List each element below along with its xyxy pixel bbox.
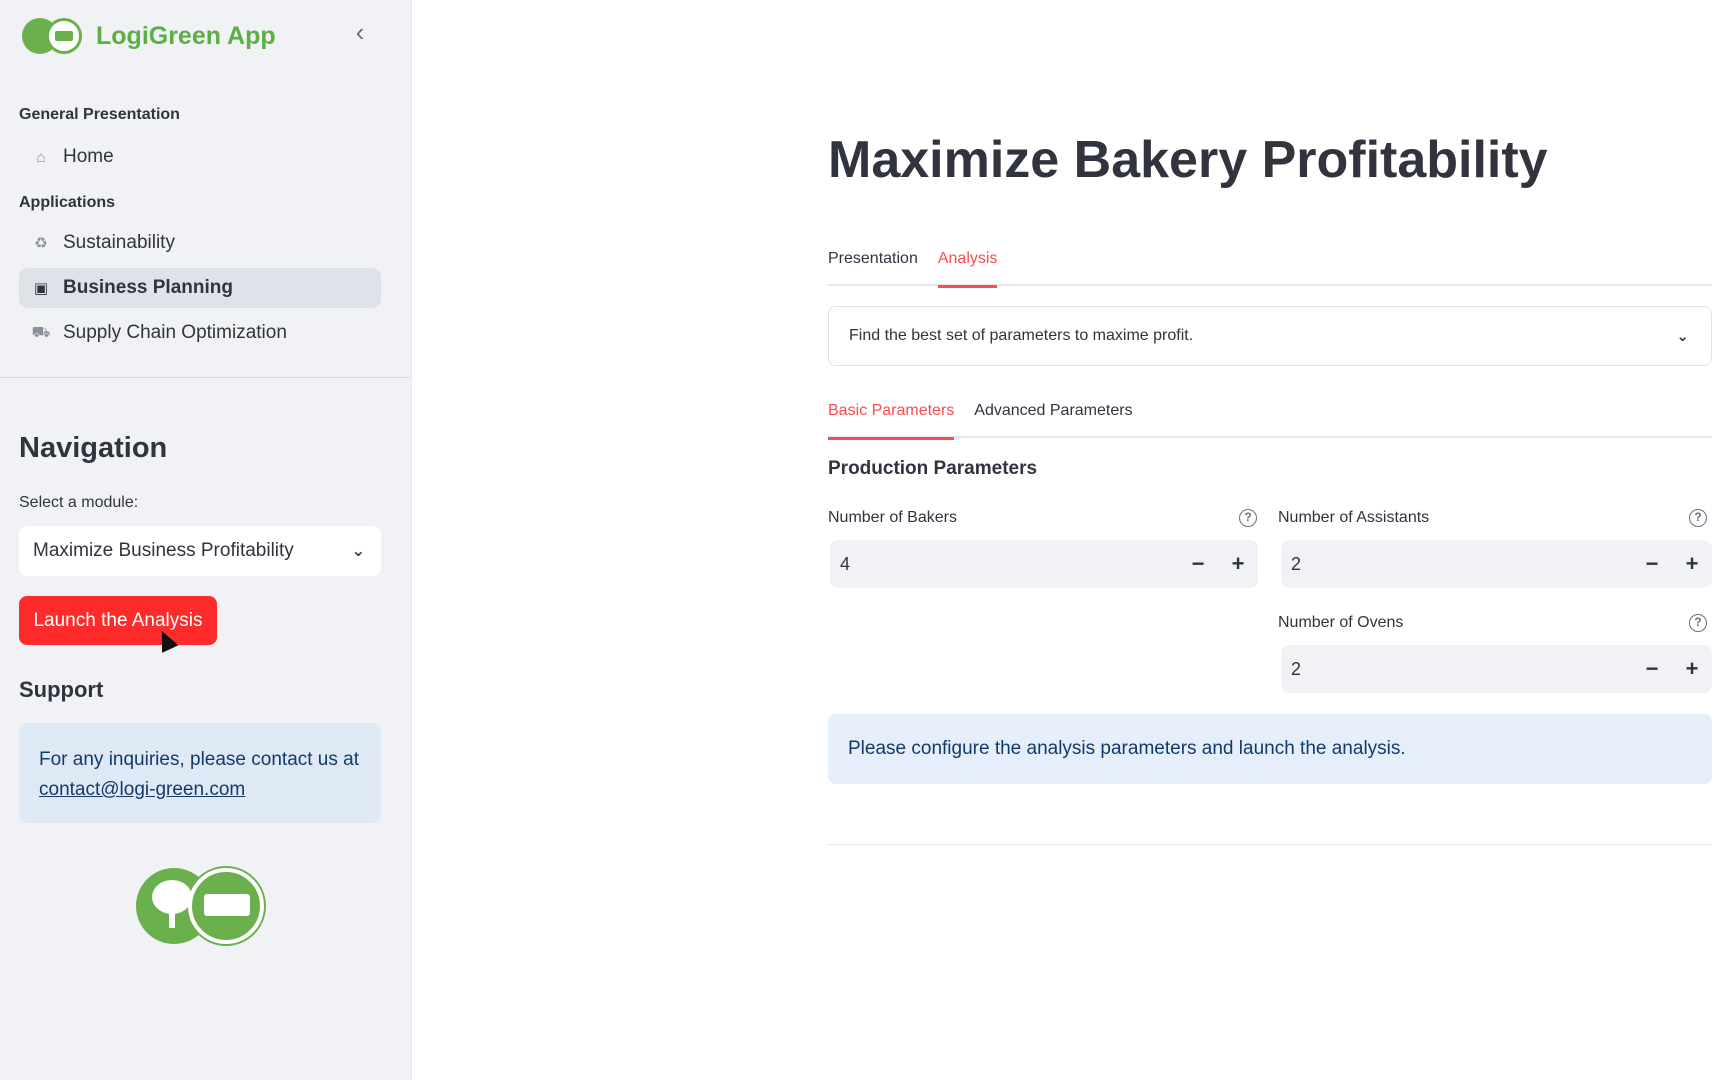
parameter-tabs: Basic Parameters Advanced Parameters [828, 400, 1712, 440]
ovens-number-input[interactable]: 2 − + [1281, 645, 1712, 693]
assistants-number-input[interactable]: 2 − + [1281, 540, 1712, 588]
info-message: Please configure the analysis parameters… [848, 738, 1406, 759]
sidebar-item-supply-chain[interactable]: ⛟ Supply Chain Optimization [19, 313, 381, 353]
assistants-label: Number of Assistants [1278, 509, 1430, 526]
expander-description[interactable]: Find the best set of parameters to maxim… [828, 306, 1712, 366]
chevron-down-icon: ⌄ [351, 543, 365, 560]
home-icon: ⌂ [36, 148, 46, 166]
page-title: Maximize Bakery Profitability [828, 131, 1548, 189]
chevron-down-icon: ⌄ [1676, 328, 1689, 345]
expander-text: Find the best set of parameters to maxim… [849, 327, 1194, 344]
assistants-value[interactable]: 2 [1291, 554, 1632, 575]
sidebar-divider [0, 377, 410, 378]
main-tabs: Presentation Analysis [828, 248, 1712, 288]
bakers-value[interactable]: 4 [840, 554, 1178, 575]
tab-presentation[interactable]: Presentation [828, 248, 918, 286]
decrement-button[interactable]: − [1632, 540, 1672, 588]
brand: LogiGreen App [22, 16, 276, 56]
help-icon[interactable]: ? [1239, 509, 1257, 527]
help-icon[interactable]: ? [1689, 614, 1707, 632]
support-heading: Support [19, 677, 104, 702]
app-title: LogiGreen App [96, 21, 276, 50]
production-parameters-heading: Production Parameters [828, 458, 1038, 479]
support-info-box: For any inquiries, please contact us at … [19, 723, 381, 823]
sidebar-item-home[interactable]: ⌂ Home [19, 137, 381, 177]
decrement-button[interactable]: − [1632, 645, 1672, 693]
sidebar: LogiGreen App ‹ General Presentation ⌂ H… [0, 0, 412, 1080]
sidebar-item-label: Sustainability [63, 232, 175, 253]
support-email-link[interactable]: contact@logi-green.com [39, 779, 245, 800]
sidebar-item-sustainability[interactable]: ♻ Sustainability [19, 223, 381, 263]
logigreen-logo-icon [22, 16, 82, 56]
sidebar-item-label: Home [63, 146, 114, 167]
bakers-number-input[interactable]: 4 − + [830, 540, 1258, 588]
section-general-presentation: General Presentation [19, 106, 180, 123]
section-applications: Applications [19, 194, 116, 211]
support-text: For any inquiries, please contact us at [39, 749, 360, 770]
sidebar-item-business-planning[interactable]: ▣ Business Planning [19, 268, 381, 308]
collapse-sidebar-icon[interactable]: ‹ [348, 19, 372, 45]
briefcase-icon: ▣ [33, 280, 49, 297]
increment-button[interactable]: + [1672, 540, 1712, 588]
increment-button[interactable]: + [1672, 645, 1712, 693]
logigreen-footer-logo-icon [136, 866, 264, 946]
module-select[interactable]: Maximize Business Profitability ⌄ [19, 526, 381, 576]
main-content: Maximize Bakery Profitability Presentati… [828, 0, 1712, 1080]
increment-button[interactable]: + [1218, 540, 1258, 588]
ovens-label: Number of Ovens [1278, 614, 1404, 631]
info-message-box: Please configure the analysis parameters… [828, 714, 1712, 784]
bottom-divider [828, 844, 1712, 845]
module-select-value: Maximize Business Profitability [33, 540, 294, 561]
help-icon[interactable]: ? [1689, 509, 1707, 527]
tab-basic-parameters[interactable]: Basic Parameters [828, 400, 955, 440]
truck-icon: ⛟ [31, 323, 51, 341]
sidebar-item-label: Business Planning [63, 277, 233, 298]
select-module-label: Select a module: [19, 494, 139, 511]
navigation-heading: Navigation [19, 432, 168, 464]
bakers-label: Number of Bakers [828, 509, 957, 526]
ovens-value[interactable]: 2 [1291, 659, 1632, 680]
launch-analysis-button[interactable]: Launch the Analysis [19, 596, 217, 645]
decrement-button[interactable]: − [1178, 540, 1218, 588]
recycle-icon: ♻ [34, 235, 48, 252]
tab-advanced-parameters[interactable]: Advanced Parameters [974, 400, 1132, 438]
tab-analysis[interactable]: Analysis [937, 248, 997, 288]
sidebar-item-label: Supply Chain Optimization [63, 322, 287, 343]
